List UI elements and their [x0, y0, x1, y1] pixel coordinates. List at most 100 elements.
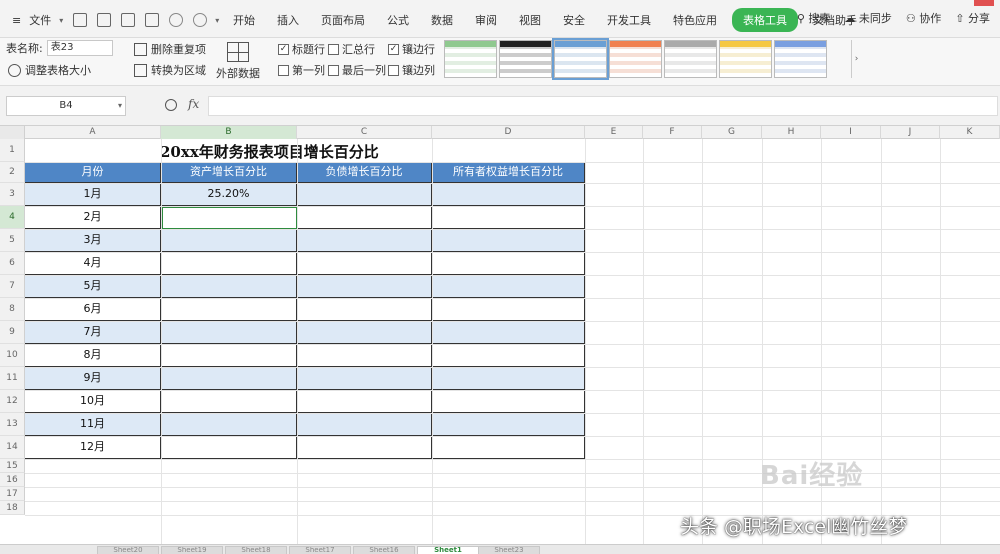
table-style-3[interactable]: [609, 40, 662, 78]
tab-1[interactable]: 插入: [266, 8, 310, 32]
sheet-tab-4[interactable]: Sheet16: [353, 546, 415, 554]
table-cell[interactable]: 11月: [25, 413, 161, 436]
table-name-input[interactable]: 表23: [46, 40, 113, 56]
row-header-16[interactable]: 16: [0, 473, 25, 487]
column-header-H[interactable]: H: [762, 126, 821, 139]
tab-6[interactable]: 视图: [508, 8, 552, 32]
column-header-I[interactable]: I: [821, 126, 881, 139]
tab-2[interactable]: 页面布局: [310, 8, 376, 32]
table-cell[interactable]: [297, 229, 432, 252]
file-menu[interactable]: 文件: [25, 11, 55, 29]
option-5[interactable]: 镶边列: [388, 62, 435, 78]
table-cell[interactable]: [297, 344, 432, 367]
column-header-E[interactable]: E: [585, 126, 643, 139]
table-cell[interactable]: 10月: [25, 390, 161, 413]
sheet-tab-3[interactable]: Sheet17: [289, 546, 351, 554]
table-cell[interactable]: 12月: [25, 436, 161, 459]
column-header-J[interactable]: J: [881, 126, 940, 139]
table-cell[interactable]: 25.20%: [161, 183, 297, 206]
checkbox-icon[interactable]: [278, 64, 289, 76]
row-header-15[interactable]: 15: [0, 459, 25, 473]
table-cell[interactable]: [297, 275, 432, 298]
table-cell[interactable]: 8月: [25, 344, 161, 367]
table-style-6[interactable]: [774, 40, 827, 78]
chevron-down-icon[interactable]: ▾: [215, 16, 219, 25]
table-cell[interactable]: 7月: [25, 321, 161, 344]
tab-0[interactable]: 开始: [222, 8, 266, 32]
row-header-9[interactable]: 9: [0, 321, 25, 344]
table-style-0[interactable]: [444, 40, 497, 78]
sync-status[interactable]: ☁ 未同步: [844, 10, 892, 26]
table-cell[interactable]: [161, 390, 297, 413]
table-cell[interactable]: [432, 390, 585, 413]
table-cell[interactable]: [297, 183, 432, 206]
redo-icon[interactable]: [193, 13, 208, 27]
column-header-D[interactable]: D: [432, 126, 585, 139]
resize-table-button[interactable]: 调整表格大小: [8, 62, 91, 78]
row-header-8[interactable]: 8: [0, 298, 25, 321]
table-cell[interactable]: [161, 321, 297, 344]
row-header-14[interactable]: 14: [0, 436, 25, 459]
collab-button[interactable]: ⚇ 协作: [906, 10, 941, 26]
column-header-B[interactable]: B: [161, 126, 297, 139]
column-header-G[interactable]: G: [702, 126, 762, 139]
column-header-F[interactable]: F: [643, 126, 702, 139]
row-header-18[interactable]: 18: [0, 501, 25, 515]
name-box[interactable]: B4 ▾: [6, 96, 126, 116]
table-cell[interactable]: [161, 275, 297, 298]
formula-input[interactable]: [208, 96, 998, 116]
table-cell[interactable]: 2月: [25, 206, 161, 229]
table-cell[interactable]: [297, 367, 432, 390]
table-cell[interactable]: 负债增长百分比: [297, 162, 432, 183]
tab-5[interactable]: 审阅: [464, 8, 508, 32]
table-cell[interactable]: [432, 229, 585, 252]
table-cell[interactable]: [432, 367, 585, 390]
option-0[interactable]: ✓ 标题行: [278, 41, 325, 57]
table-cell[interactable]: [432, 436, 585, 459]
checkbox-icon[interactable]: [328, 43, 339, 55]
table-cell[interactable]: [161, 229, 297, 252]
tab-9[interactable]: 特色应用: [662, 8, 728, 32]
external-data-button[interactable]: 外部数据: [216, 42, 260, 81]
table-cell[interactable]: 所有者权益增长百分比: [432, 162, 585, 183]
checkbox-icon[interactable]: [328, 64, 339, 76]
table-style-4[interactable]: [664, 40, 717, 78]
table-cell[interactable]: [161, 344, 297, 367]
row-header-10[interactable]: 10: [0, 344, 25, 367]
sheet-tab-2[interactable]: Sheet18: [225, 546, 287, 554]
preview-icon[interactable]: [145, 13, 160, 27]
table-cell[interactable]: [297, 390, 432, 413]
select-all-corner[interactable]: [0, 126, 25, 139]
checkbox-icon[interactable]: [388, 64, 399, 76]
share-button[interactable]: ⇧ 分享: [955, 10, 990, 26]
table-cell[interactable]: 4月: [25, 252, 161, 275]
row-header-1[interactable]: 1: [0, 139, 25, 162]
row-header-5[interactable]: 5: [0, 229, 25, 252]
undo-icon[interactable]: [169, 13, 184, 27]
table-cell[interactable]: [161, 252, 297, 275]
column-header-K[interactable]: K: [940, 126, 1000, 139]
active-cell-selection[interactable]: [161, 206, 298, 230]
row-header-13[interactable]: 13: [0, 413, 25, 436]
table-cell[interactable]: [297, 413, 432, 436]
save-icon[interactable]: [73, 13, 88, 27]
table-cell[interactable]: 6月: [25, 298, 161, 321]
table-style-2[interactable]: [552, 38, 609, 80]
table-cell[interactable]: [432, 321, 585, 344]
table-cell[interactable]: [432, 275, 585, 298]
table-cell[interactable]: 3月: [25, 229, 161, 252]
table-cell[interactable]: [297, 298, 432, 321]
zoom-icon[interactable]: [165, 99, 177, 111]
tab-7[interactable]: 安全: [552, 8, 596, 32]
table-cell[interactable]: [297, 252, 432, 275]
tab-3[interactable]: 公式: [376, 8, 420, 32]
checkbox-icon[interactable]: ✓: [278, 43, 289, 55]
option-2[interactable]: ✓ 镶边行: [388, 41, 435, 57]
table-cell[interactable]: [432, 344, 585, 367]
row-header-6[interactable]: 6: [0, 252, 25, 275]
menu-icon[interactable]: ≡: [12, 15, 21, 26]
tab-10[interactable]: 表格工具: [732, 8, 798, 32]
export-icon[interactable]: [97, 13, 112, 27]
styles-scroll[interactable]: ›: [851, 40, 861, 78]
column-header-A[interactable]: A: [25, 126, 161, 139]
